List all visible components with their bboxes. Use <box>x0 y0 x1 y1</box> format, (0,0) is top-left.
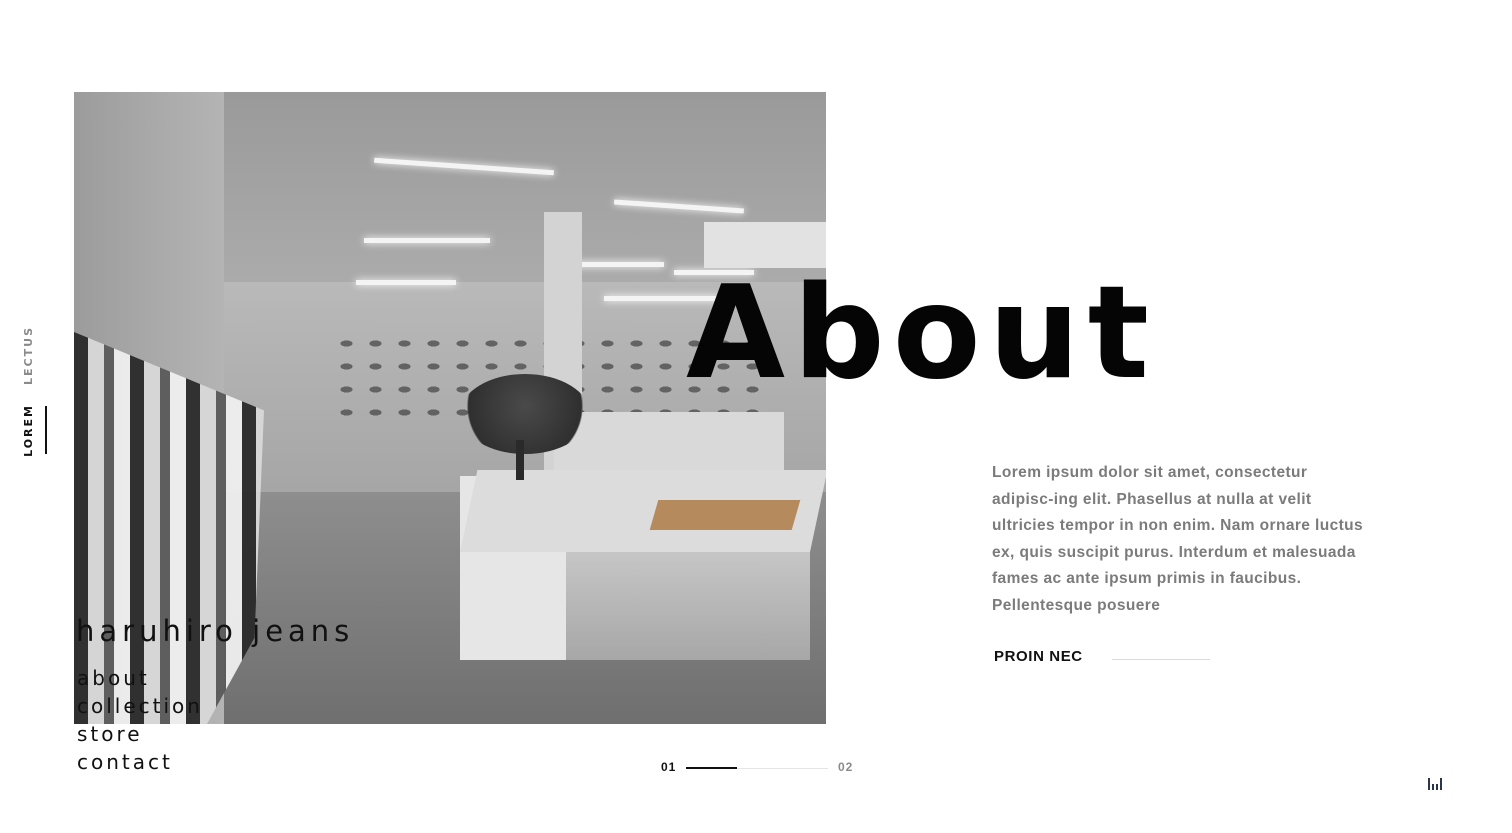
side-tabs: LECTUS LOREM <box>22 320 52 460</box>
pager-progress <box>686 767 737 769</box>
active-tab-indicator <box>45 406 47 454</box>
proin-nec-link[interactable]: PROIN NEC <box>994 648 1083 665</box>
bars-logo-icon[interactable] <box>1428 776 1444 790</box>
about-page: LECTUS LOREM About Lorem ipsum dolor sit… <box>0 0 1512 833</box>
slide-pager: 01 02 <box>660 760 860 776</box>
cta-underline <box>1112 659 1210 660</box>
nav-item-store[interactable]: store <box>77 720 203 748</box>
main-nav: about collection store contact <box>77 664 203 776</box>
brand-name[interactable]: haruhiro jeans <box>76 614 354 648</box>
page-title: About <box>686 259 1157 408</box>
nav-item-contact[interactable]: contact <box>77 748 203 776</box>
nav-item-about[interactable]: about <box>77 664 203 692</box>
pager-next[interactable]: 02 <box>838 760 853 774</box>
pager-current[interactable]: 01 <box>661 760 676 774</box>
nav-item-collection[interactable]: collection <box>77 692 203 720</box>
side-tab-lorem[interactable]: LOREM <box>22 404 46 457</box>
about-paragraph: Lorem ipsum dolor sit amet, consectetur … <box>992 464 1364 614</box>
side-tab-lectus[interactable]: LECTUS <box>22 326 46 385</box>
